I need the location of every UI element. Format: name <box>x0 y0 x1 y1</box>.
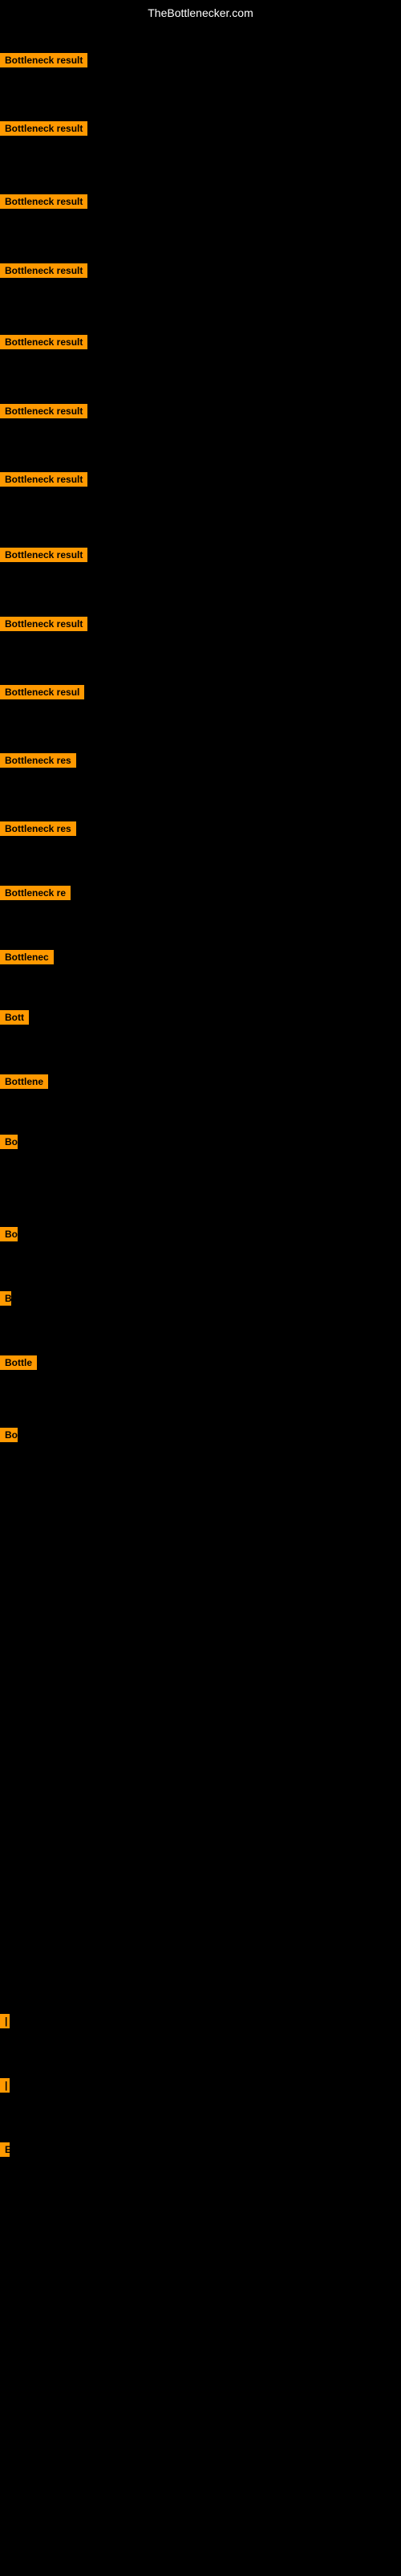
bottleneck-result-3[interactable]: Bottleneck result <box>0 194 87 213</box>
bottleneck-label-24: E <box>0 2142 10 2157</box>
bottleneck-label-10: Bottleneck resul <box>0 685 84 699</box>
bottleneck-result-16[interactable]: Bottlene <box>0 1074 48 1093</box>
bottleneck-label-11: Bottleneck res <box>0 753 76 768</box>
bottleneck-result-19[interactable]: B <box>0 1291 11 1310</box>
bottleneck-result-8[interactable]: Bottleneck result <box>0 548 87 566</box>
bottleneck-label-18: Bo <box>0 1227 18 1241</box>
bottleneck-label-15: Bott <box>0 1010 29 1025</box>
bottleneck-label-20: Bottle <box>0 1355 37 1370</box>
bottleneck-label-16: Bottlene <box>0 1074 48 1089</box>
bottleneck-result-4[interactable]: Bottleneck result <box>0 263 87 282</box>
bottleneck-label-5: Bottleneck result <box>0 335 87 349</box>
bottleneck-label-1: Bottleneck result <box>0 53 87 67</box>
bottleneck-label-19: B <box>0 1291 11 1306</box>
bottleneck-label-21: Bo <box>0 1428 18 1442</box>
bottleneck-result-2[interactable]: Bottleneck result <box>0 121 87 140</box>
bottleneck-result-12[interactable]: Bottleneck res <box>0 821 76 840</box>
bottleneck-label-9: Bottleneck result <box>0 617 87 631</box>
bottleneck-label-22: | <box>0 2014 10 2028</box>
bottleneck-result-23[interactable]: | <box>0 2078 10 2097</box>
bottleneck-label-6: Bottleneck result <box>0 404 87 418</box>
bottleneck-result-13[interactable]: Bottleneck re <box>0 886 71 904</box>
bottleneck-label-3: Bottleneck result <box>0 194 87 209</box>
bottleneck-label-17: Bo <box>0 1135 18 1149</box>
bottleneck-result-6[interactable]: Bottleneck result <box>0 404 87 422</box>
bottleneck-result-10[interactable]: Bottleneck resul <box>0 685 84 703</box>
bottleneck-result-5[interactable]: Bottleneck result <box>0 335 87 353</box>
bottleneck-result-11[interactable]: Bottleneck res <box>0 753 76 772</box>
bottleneck-label-7: Bottleneck result <box>0 472 87 487</box>
bottleneck-result-22[interactable]: | <box>0 2014 10 2032</box>
bottleneck-result-14[interactable]: Bottlenec <box>0 950 54 968</box>
bottleneck-result-7[interactable]: Bottleneck result <box>0 472 87 491</box>
bottleneck-result-17[interactable]: Bo <box>0 1135 18 1153</box>
bottleneck-result-18[interactable]: Bo <box>0 1227 18 1245</box>
bottleneck-result-1[interactable]: Bottleneck result <box>0 53 87 71</box>
bottleneck-result-9[interactable]: Bottleneck result <box>0 617 87 635</box>
bottleneck-label-2: Bottleneck result <box>0 121 87 136</box>
bottleneck-label-4: Bottleneck result <box>0 263 87 278</box>
bottleneck-result-24[interactable]: E <box>0 2142 10 2161</box>
bottleneck-label-12: Bottleneck res <box>0 821 76 836</box>
bottleneck-label-13: Bottleneck re <box>0 886 71 900</box>
bottleneck-result-15[interactable]: Bott <box>0 1010 29 1029</box>
site-title: TheBottlenecker.com <box>0 0 401 22</box>
bottleneck-label-14: Bottlenec <box>0 950 54 964</box>
bottleneck-label-23: | <box>0 2078 10 2093</box>
bottleneck-result-20[interactable]: Bottle <box>0 1355 37 1374</box>
bottleneck-label-8: Bottleneck result <box>0 548 87 562</box>
bottleneck-result-21[interactable]: Bo <box>0 1428 18 1446</box>
